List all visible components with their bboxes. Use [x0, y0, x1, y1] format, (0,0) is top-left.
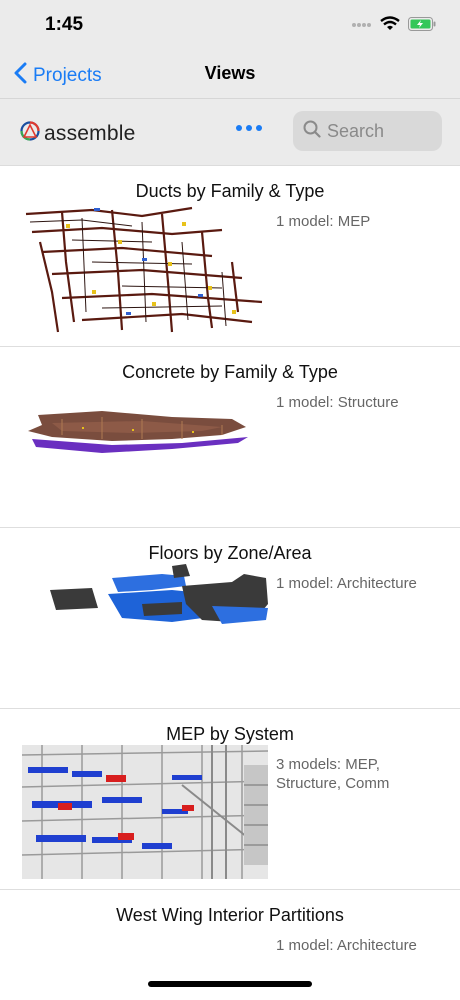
- more-icon-dot: [246, 125, 252, 131]
- view-title: Floors by Zone/Area: [148, 543, 312, 563]
- view-row-ducts[interactable]: Ducts by Family & Type 1 model: MEP: [0, 166, 460, 347]
- view-row-floors[interactable]: Floors by Zone/Area 1 model: Architectur…: [0, 528, 460, 709]
- logo-text: assemble: [44, 121, 136, 145]
- wifi-icon: [380, 16, 400, 36]
- signal-icon: [352, 17, 372, 35]
- search-input[interactable]: Search: [293, 111, 442, 151]
- view-thumbnail-mep: [22, 745, 268, 879]
- more-icon-dot: [256, 125, 262, 131]
- status-time: 1:45: [45, 14, 84, 35]
- more-icon: [236, 125, 242, 131]
- search-icon: [303, 120, 321, 143]
- home-indicator[interactable]: [148, 981, 312, 987]
- status-bar: 1:45: [0, 0, 460, 50]
- search-placeholder: Search: [327, 120, 385, 141]
- view-title: MEP by System: [166, 724, 294, 744]
- assemble-logo: assemble: [18, 119, 135, 148]
- view-title: West Wing Interior Partitions: [116, 905, 344, 925]
- view-models: 3 models: MEP, Structure, Comm: [276, 756, 390, 792]
- view-title: Concrete by Family & Type: [122, 362, 338, 382]
- navigation-bar: Projects Views: [0, 50, 460, 99]
- view-models: 1 model: Architecture: [276, 575, 417, 592]
- page-title: Views: [204, 63, 256, 83]
- views-list: Ducts by Family & Type 1 model: MEP Conc…: [0, 166, 460, 1000]
- view-thumbnail-ducts: [22, 202, 268, 336]
- status-icons: [352, 16, 436, 36]
- battery-icon: [408, 16, 436, 36]
- assemble-logo-icon: [18, 119, 42, 148]
- view-row-mep[interactable]: MEP by System 3 models: MEP, Structure, …: [0, 709, 460, 890]
- view-thumbnail-concrete: [22, 383, 268, 517]
- toolbar: assemble Search: [0, 99, 460, 166]
- view-models: 1 model: Architecture: [276, 937, 417, 954]
- view-title: Ducts by Family & Type: [135, 181, 325, 201]
- more-button[interactable]: [236, 125, 262, 131]
- view-models: 1 model: MEP: [276, 213, 371, 230]
- view-thumbnail-floors: [22, 564, 268, 698]
- view-models: 1 model: Structure: [276, 394, 399, 411]
- view-row-concrete[interactable]: Concrete by Family & Type 1 model: Struc…: [0, 347, 460, 528]
